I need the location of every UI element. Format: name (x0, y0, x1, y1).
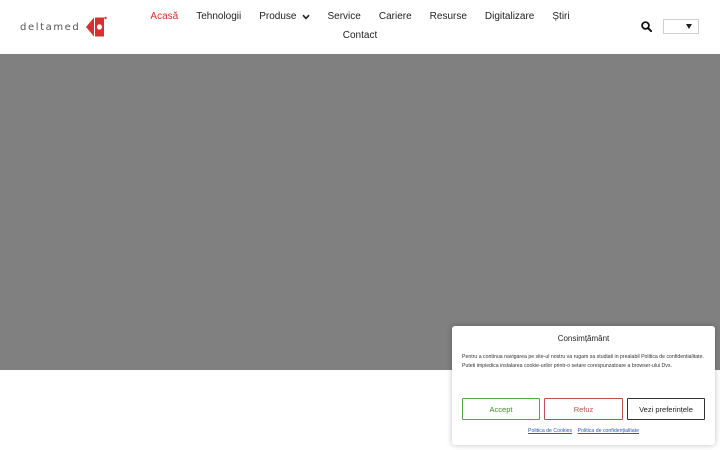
caret-down-icon (686, 24, 692, 29)
cookies-policy-link[interactable]: Politica de Cookies (528, 428, 572, 434)
consent-links: Politica de Cookies Politica de confiden… (452, 428, 715, 434)
nav-item-acasa[interactable]: Acasă (150, 11, 178, 22)
nav-item-contact[interactable]: Contact (150, 30, 570, 41)
chevron-down-icon (301, 14, 310, 20)
logo[interactable]: deltamed (20, 16, 108, 38)
consent-text: Pentru a continua navigarea pe site-ul n… (462, 354, 704, 369)
nav-item-digitalizare[interactable]: Digitalizare (485, 11, 534, 22)
hero-banner (0, 54, 720, 370)
preferences-button[interactable]: Vezi preferințele (627, 398, 705, 420)
main-nav: Acasă Tehnologii Produse Service Cariere… (150, 0, 570, 41)
search-icon[interactable] (641, 21, 652, 32)
refuse-button[interactable]: Refuz (544, 398, 623, 420)
nav-item-tehnologii[interactable]: Tehnologii (196, 11, 241, 22)
nav-item-service[interactable]: Service (328, 11, 361, 22)
consent-title: Consimțământ (557, 334, 610, 343)
language-select[interactable] (663, 19, 699, 34)
logo-mark-icon (86, 16, 108, 37)
cookie-consent-dialog: Consimțământ Pentru a continua navigarea… (452, 326, 715, 445)
logo-text: deltamed (20, 21, 81, 33)
nav-item-produse[interactable]: Produse (259, 11, 310, 22)
nav-item-cariere[interactable]: Cariere (379, 11, 412, 22)
accept-button[interactable]: Accept (462, 398, 540, 420)
site-header: deltamed Acasă Tehnologii Produse Servic… (0, 0, 720, 54)
nav-item-stiri[interactable]: Știri (552, 11, 569, 22)
privacy-policy-link[interactable]: Politica de confidențialitate (578, 428, 639, 434)
nav-item-produse-label: Produse (259, 11, 297, 22)
nav-item-resurse[interactable]: Resurse (430, 11, 467, 22)
